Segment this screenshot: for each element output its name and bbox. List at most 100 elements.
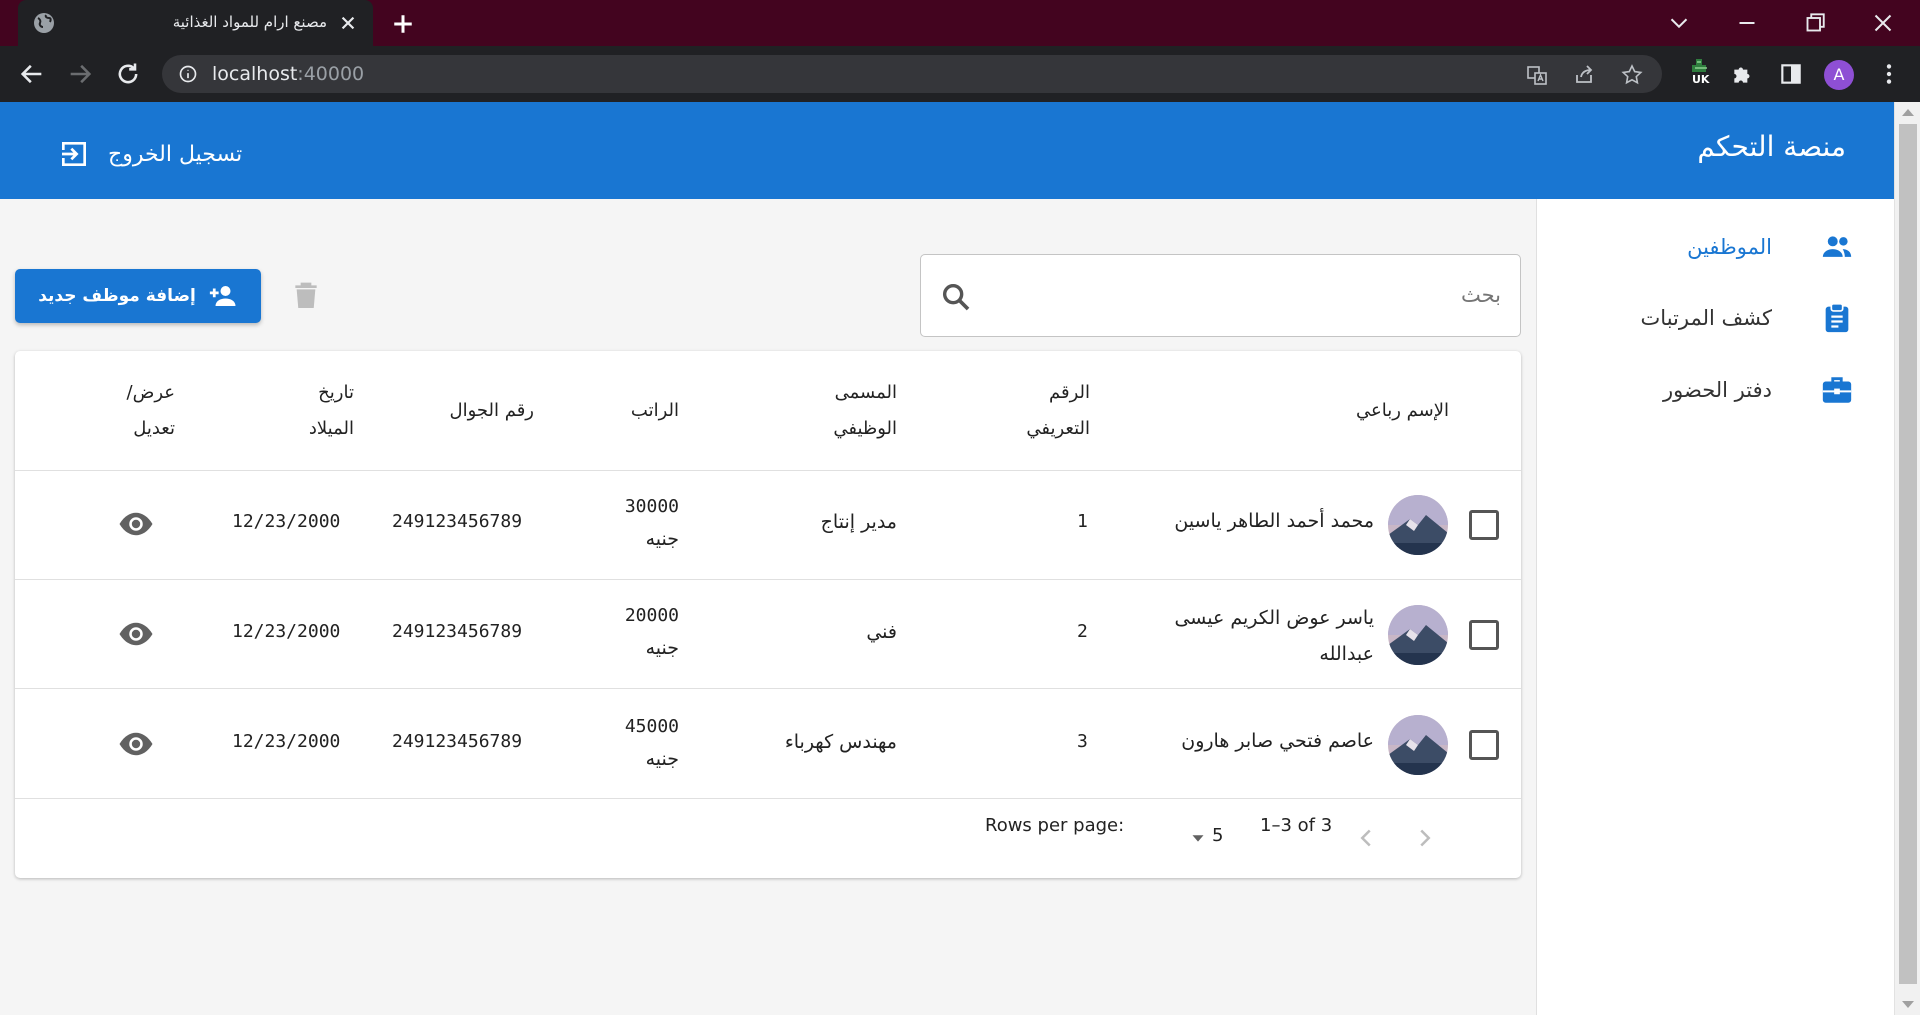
address-bar[interactable]: localhost:40000: [162, 55, 1662, 93]
cell-dob: 12/23/2000: [232, 731, 341, 752]
sidebar: الموظفين كشف المرتبات دفتر الحضور: [1536, 199, 1894, 1015]
column-header-id-line2: التعريفي: [1026, 418, 1090, 439]
logout-icon: [60, 142, 86, 166]
add-employee-label: إضافة موظف جديد: [38, 286, 196, 306]
table-row[interactable]: محمد أحمد الطاهر ياسين 1 مدير إنتاج 3000…: [15, 471, 1521, 580]
eye-icon[interactable]: [118, 726, 154, 762]
browser-tabbar: مصنع ارام للمواد الغذائية: [0, 0, 1920, 46]
window-close-icon[interactable]: [1868, 8, 1898, 38]
logout-button[interactable]: تسجيل الخروج: [58, 136, 242, 172]
column-header-actions-line1: عرض/: [126, 382, 176, 403]
back-icon[interactable]: [18, 60, 46, 88]
add-employee-button[interactable]: إضافة موظف جديد: [15, 269, 261, 323]
column-header-id[interactable]: الرقم التعريفي: [1026, 375, 1090, 447]
delete-icon[interactable]: [290, 278, 322, 314]
salary-currency: جنيه: [645, 637, 679, 659]
column-header-job-title[interactable]: المسمى الوظيفي: [833, 375, 897, 447]
restore-icon[interactable]: [1800, 8, 1830, 38]
sidebar-item-label: كشف المرتبات: [1640, 306, 1772, 330]
salary-currency: جنيه: [645, 748, 679, 770]
info-icon[interactable]: [178, 64, 198, 84]
vpn-extension-icon[interactable]: UK: [1686, 56, 1716, 90]
page-title: منصة التحكم: [1697, 130, 1846, 163]
cell-phone: 249123456789: [392, 511, 523, 532]
column-header-phone[interactable]: رقم الجوال: [450, 393, 534, 429]
chevron-left-icon[interactable]: [1351, 823, 1381, 853]
url-host: localhost: [212, 63, 298, 85]
cell-id: 1: [1077, 511, 1088, 532]
extension-badge: UK: [1690, 73, 1712, 86]
sidebar-item-employees[interactable]: الموظفين: [1687, 222, 1854, 272]
table-header: الإسم رباعي الرقم التعريفي المسمى الوظيف…: [15, 351, 1521, 471]
extensions-puzzle-icon[interactable]: [1730, 61, 1756, 87]
cell-job-title: مهندس كهرباء: [784, 731, 897, 753]
cell-phone: 249123456789: [392, 621, 523, 642]
column-header-dob[interactable]: تاريخ الميلاد: [309, 375, 354, 447]
row-checkbox[interactable]: [1469, 510, 1499, 540]
table-row[interactable]: ياسر عوض الكريم عيسى عبدالله 2 فني 20000…: [15, 580, 1521, 689]
caret-down-icon[interactable]: [1187, 827, 1209, 849]
briefcase-icon: [1822, 377, 1852, 403]
salary-currency: جنيه: [645, 528, 679, 550]
bookmark-star-icon[interactable]: [1620, 63, 1644, 87]
chevron-down-icon[interactable]: [1664, 8, 1694, 38]
rows-per-page-select[interactable]: 5: [1212, 825, 1223, 846]
column-header-dob-line2: الميلاد: [308, 418, 354, 439]
column-header-job-title-line2: الوظيفي: [833, 418, 897, 439]
cell-dob: 12/23/2000: [232, 511, 341, 532]
cell-id: 2: [1077, 621, 1088, 642]
pagination-range: 1–3 of 3: [1260, 815, 1333, 836]
scroll-down-arrow[interactable]: [1902, 1001, 1914, 1008]
profile-avatar[interactable]: A: [1824, 60, 1854, 90]
table-pagination: Rows per page: 5 1–3 of 3: [15, 801, 1521, 878]
page-scrollbar[interactable]: [1894, 102, 1920, 1015]
side-panel-icon[interactable]: [1778, 61, 1804, 87]
eye-icon[interactable]: [118, 506, 154, 542]
column-header-salary[interactable]: الراتب: [631, 393, 679, 429]
cell-phone: 249123456789: [392, 731, 523, 752]
app-header: منصة التحكم تسجيل الخروج: [0, 102, 1894, 199]
column-header-job-title-line1: المسمى: [834, 382, 897, 403]
avatar: [1388, 495, 1448, 555]
cell-job-title: فني: [866, 621, 897, 643]
cell-dob: 12/23/2000: [232, 621, 341, 642]
search-input[interactable]: [991, 270, 1501, 320]
rows-per-page-label: Rows per page:: [985, 815, 1125, 836]
column-header-actions-line2: تعديل: [133, 418, 175, 439]
forward-icon[interactable]: [66, 60, 94, 88]
minimize-icon[interactable]: [1732, 8, 1762, 38]
cell-name: محمد أحمد الطاهر ياسين: [1174, 510, 1374, 532]
people-icon: [1822, 236, 1852, 257]
menu-kebab-icon[interactable]: [1876, 61, 1902, 87]
scroll-up-arrow[interactable]: [1902, 109, 1914, 116]
cell-salary: 30000 جنيه: [625, 491, 679, 555]
new-tab-icon[interactable]: [388, 9, 418, 39]
eye-icon[interactable]: [118, 616, 154, 652]
reload-icon[interactable]: [114, 60, 142, 88]
browser-tab[interactable]: مصنع ارام للمواد الغذائية: [18, 0, 373, 46]
sidebar-item-attendance[interactable]: دفتر الحضور: [1663, 365, 1854, 415]
scrollbar-thumb[interactable]: [1899, 124, 1917, 984]
salary-amount: 20000: [624, 605, 679, 626]
translate-icon[interactable]: [1525, 63, 1549, 87]
url-text: localhost:40000: [212, 63, 364, 85]
avatar: [1388, 715, 1448, 775]
table-row[interactable]: عاصم فتحي صابر هارون 3 مهندس كهرباء 4500…: [15, 690, 1521, 799]
browser-toolbar: localhost:40000 UK: [0, 46, 1920, 102]
column-header-dob-line1: تاريخ: [318, 382, 354, 403]
search-icon: [942, 283, 970, 311]
column-header-name[interactable]: الإسم رباعي: [1356, 393, 1449, 429]
sidebar-item-payroll[interactable]: كشف المرتبات: [1641, 293, 1854, 343]
cell-salary: 45000 جنيه: [625, 711, 679, 775]
cell-salary: 20000 جنيه: [625, 600, 679, 664]
clipboard-icon: [1825, 302, 1849, 333]
sidebar-item-label: دفتر الحضور: [1663, 378, 1772, 402]
chevron-right-icon[interactable]: [1410, 823, 1440, 853]
row-checkbox[interactable]: [1469, 730, 1499, 760]
column-header-actions: عرض/ تعديل: [127, 375, 176, 447]
share-icon[interactable]: [1572, 63, 1596, 87]
close-icon[interactable]: [335, 10, 361, 36]
row-checkbox[interactable]: [1469, 620, 1499, 650]
search-field[interactable]: [920, 254, 1521, 337]
url-port: :40000: [297, 63, 365, 85]
